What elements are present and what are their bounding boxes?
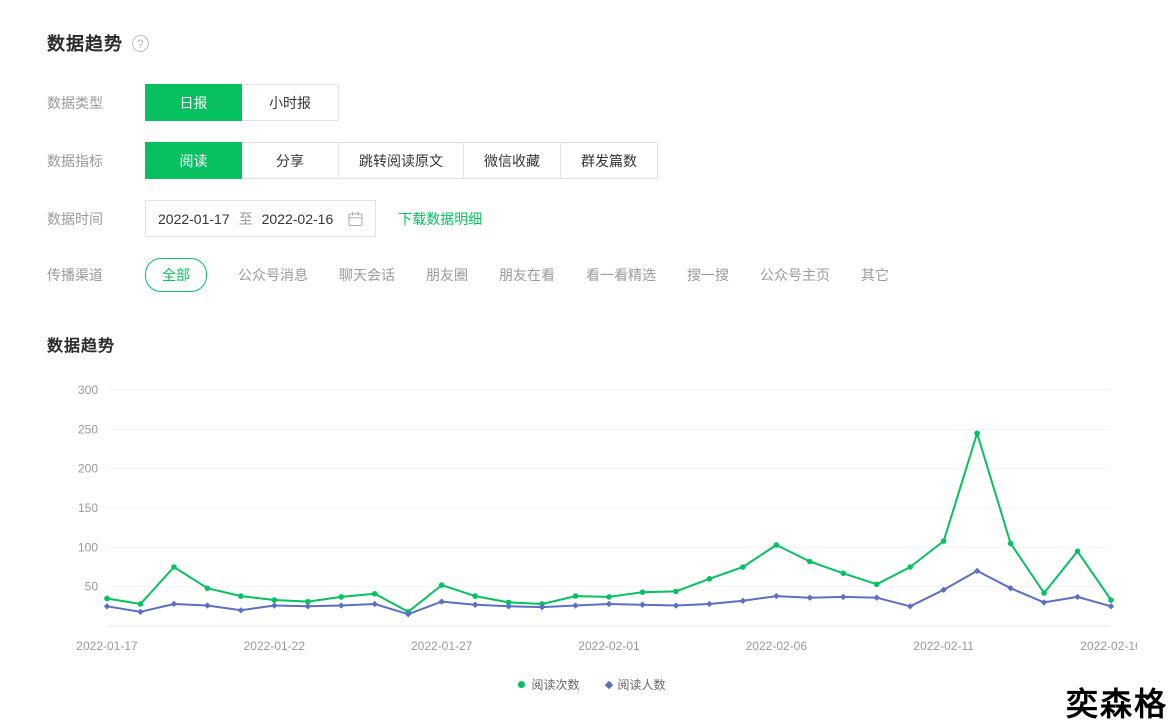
data-metric-option-0[interactable]: 阅读: [145, 142, 242, 179]
data-metric-option-2[interactable]: 跳转阅读原文: [339, 142, 464, 179]
svg-text:100: 100: [78, 540, 98, 554]
help-icon[interactable]: ?: [132, 34, 149, 52]
chart-section: 数据趋势 50 100 150 200 250 300 2022-01-17 2022-01-…: [47, 332, 1170, 693]
data-metric-option-4[interactable]: 群发篇数: [561, 142, 658, 179]
channel-option-7[interactable]: 公众号主页: [760, 265, 830, 285]
svg-text:2022-02-01: 2022-02-01: [578, 639, 640, 653]
channel-option-3[interactable]: 朋友圈: [426, 265, 468, 285]
data-metric-group: 阅读 分享 跳转阅读原文 微信收藏 群发篇数: [145, 142, 658, 179]
svg-text:50: 50: [85, 580, 99, 594]
legend-label-0: 阅读次数: [531, 678, 580, 692]
svg-text:2022-02-16: 2022-02-16: [1080, 639, 1137, 653]
data-metric-row: 数据指标 阅读 分享 跳转阅读原文 微信收藏 群发篇数: [47, 142, 1170, 179]
channel-list: 全部 公众号消息 聊天会话 朋友圈 朋友在看 看一看精选 搜一搜 公众号主页 其它: [145, 258, 889, 292]
data-type-label: 数据类型: [47, 94, 103, 111]
data-type-option-0[interactable]: 日报: [145, 84, 242, 121]
legend-item-1[interactable]: 阅读人数: [604, 676, 666, 693]
legend-label-1: 阅读人数: [617, 678, 666, 692]
channel-option-8[interactable]: 其它: [861, 265, 889, 285]
svg-text:2022-02-06: 2022-02-06: [746, 639, 808, 653]
start-date: 2022-01-17: [158, 210, 230, 227]
data-metric-label: 数据指标: [47, 152, 103, 169]
date-range-picker[interactable]: 2022-01-17 至 2022-02-16: [145, 200, 377, 237]
data-time-label: 数据时间: [47, 210, 103, 227]
data-time-row: 数据时间 2022-01-17 至 2022-02-16 下载数据明细: [47, 200, 1170, 237]
download-data-link[interactable]: 下载数据明细: [398, 209, 482, 229]
calendar-icon: [348, 211, 363, 227]
svg-text:2022-01-17: 2022-01-17: [76, 639, 138, 653]
data-type-option-1[interactable]: 小时报: [242, 84, 339, 121]
channel-option-2[interactable]: 聊天会话: [339, 265, 395, 285]
page-title: 数据趋势: [47, 34, 123, 54]
svg-text:250: 250: [78, 422, 98, 436]
channel-option-6[interactable]: 搜一搜: [687, 265, 729, 285]
svg-text:2022-01-22: 2022-01-22: [244, 639, 306, 653]
data-type-row: 数据类型 日报 小时报: [47, 84, 1170, 121]
chart-legend: 阅读次数 阅读人数: [47, 676, 1137, 693]
legend-marker-1: [604, 680, 613, 689]
channel-option-4[interactable]: 朋友在看: [499, 265, 555, 285]
channel-option-5[interactable]: 看一看精选: [586, 265, 656, 285]
date-range-separator: 至: [238, 210, 253, 227]
end-date: 2022-02-16: [261, 210, 334, 227]
data-trend-page: 数据趋势 ? 数据类型 日报 小时报 数据指标 阅读 分享 跳转阅读原文 微信收藏 群发篇…: [0, 0, 1170, 720]
page-header: 数据趋势 ?: [47, 30, 1170, 56]
legend-marker-0: [518, 681, 526, 688]
watermark: 奕森格: [1065, 686, 1168, 722]
svg-text:300: 300: [78, 383, 98, 397]
channel-option-1[interactable]: 公众号消息: [238, 265, 308, 285]
channel-label: 传播渠道: [47, 267, 103, 283]
channel-row: 传播渠道 全部 公众号消息 聊天会话 朋友圈 朋友在看 看一看精选 搜一搜 公众号主页 其它: [47, 258, 1170, 292]
data-type-group: 日报 小时报: [145, 84, 339, 121]
svg-text:200: 200: [78, 462, 98, 476]
svg-text:2022-02-11: 2022-02-11: [913, 639, 974, 653]
channel-option-0[interactable]: 全部: [145, 258, 207, 292]
data-metric-option-1[interactable]: 分享: [242, 142, 339, 179]
legend-item-0[interactable]: 阅读次数: [518, 676, 580, 693]
trend-line-chart: 50 100 150 200 250 300 2022-01-17 2022-01-22 202…: [76, 383, 1137, 653]
chart-section-title: 数据趋势: [47, 338, 116, 355]
svg-text:2022-01-27: 2022-01-27: [411, 639, 473, 653]
svg-text:150: 150: [78, 501, 98, 515]
data-metric-option-3[interactable]: 微信收藏: [464, 142, 561, 179]
